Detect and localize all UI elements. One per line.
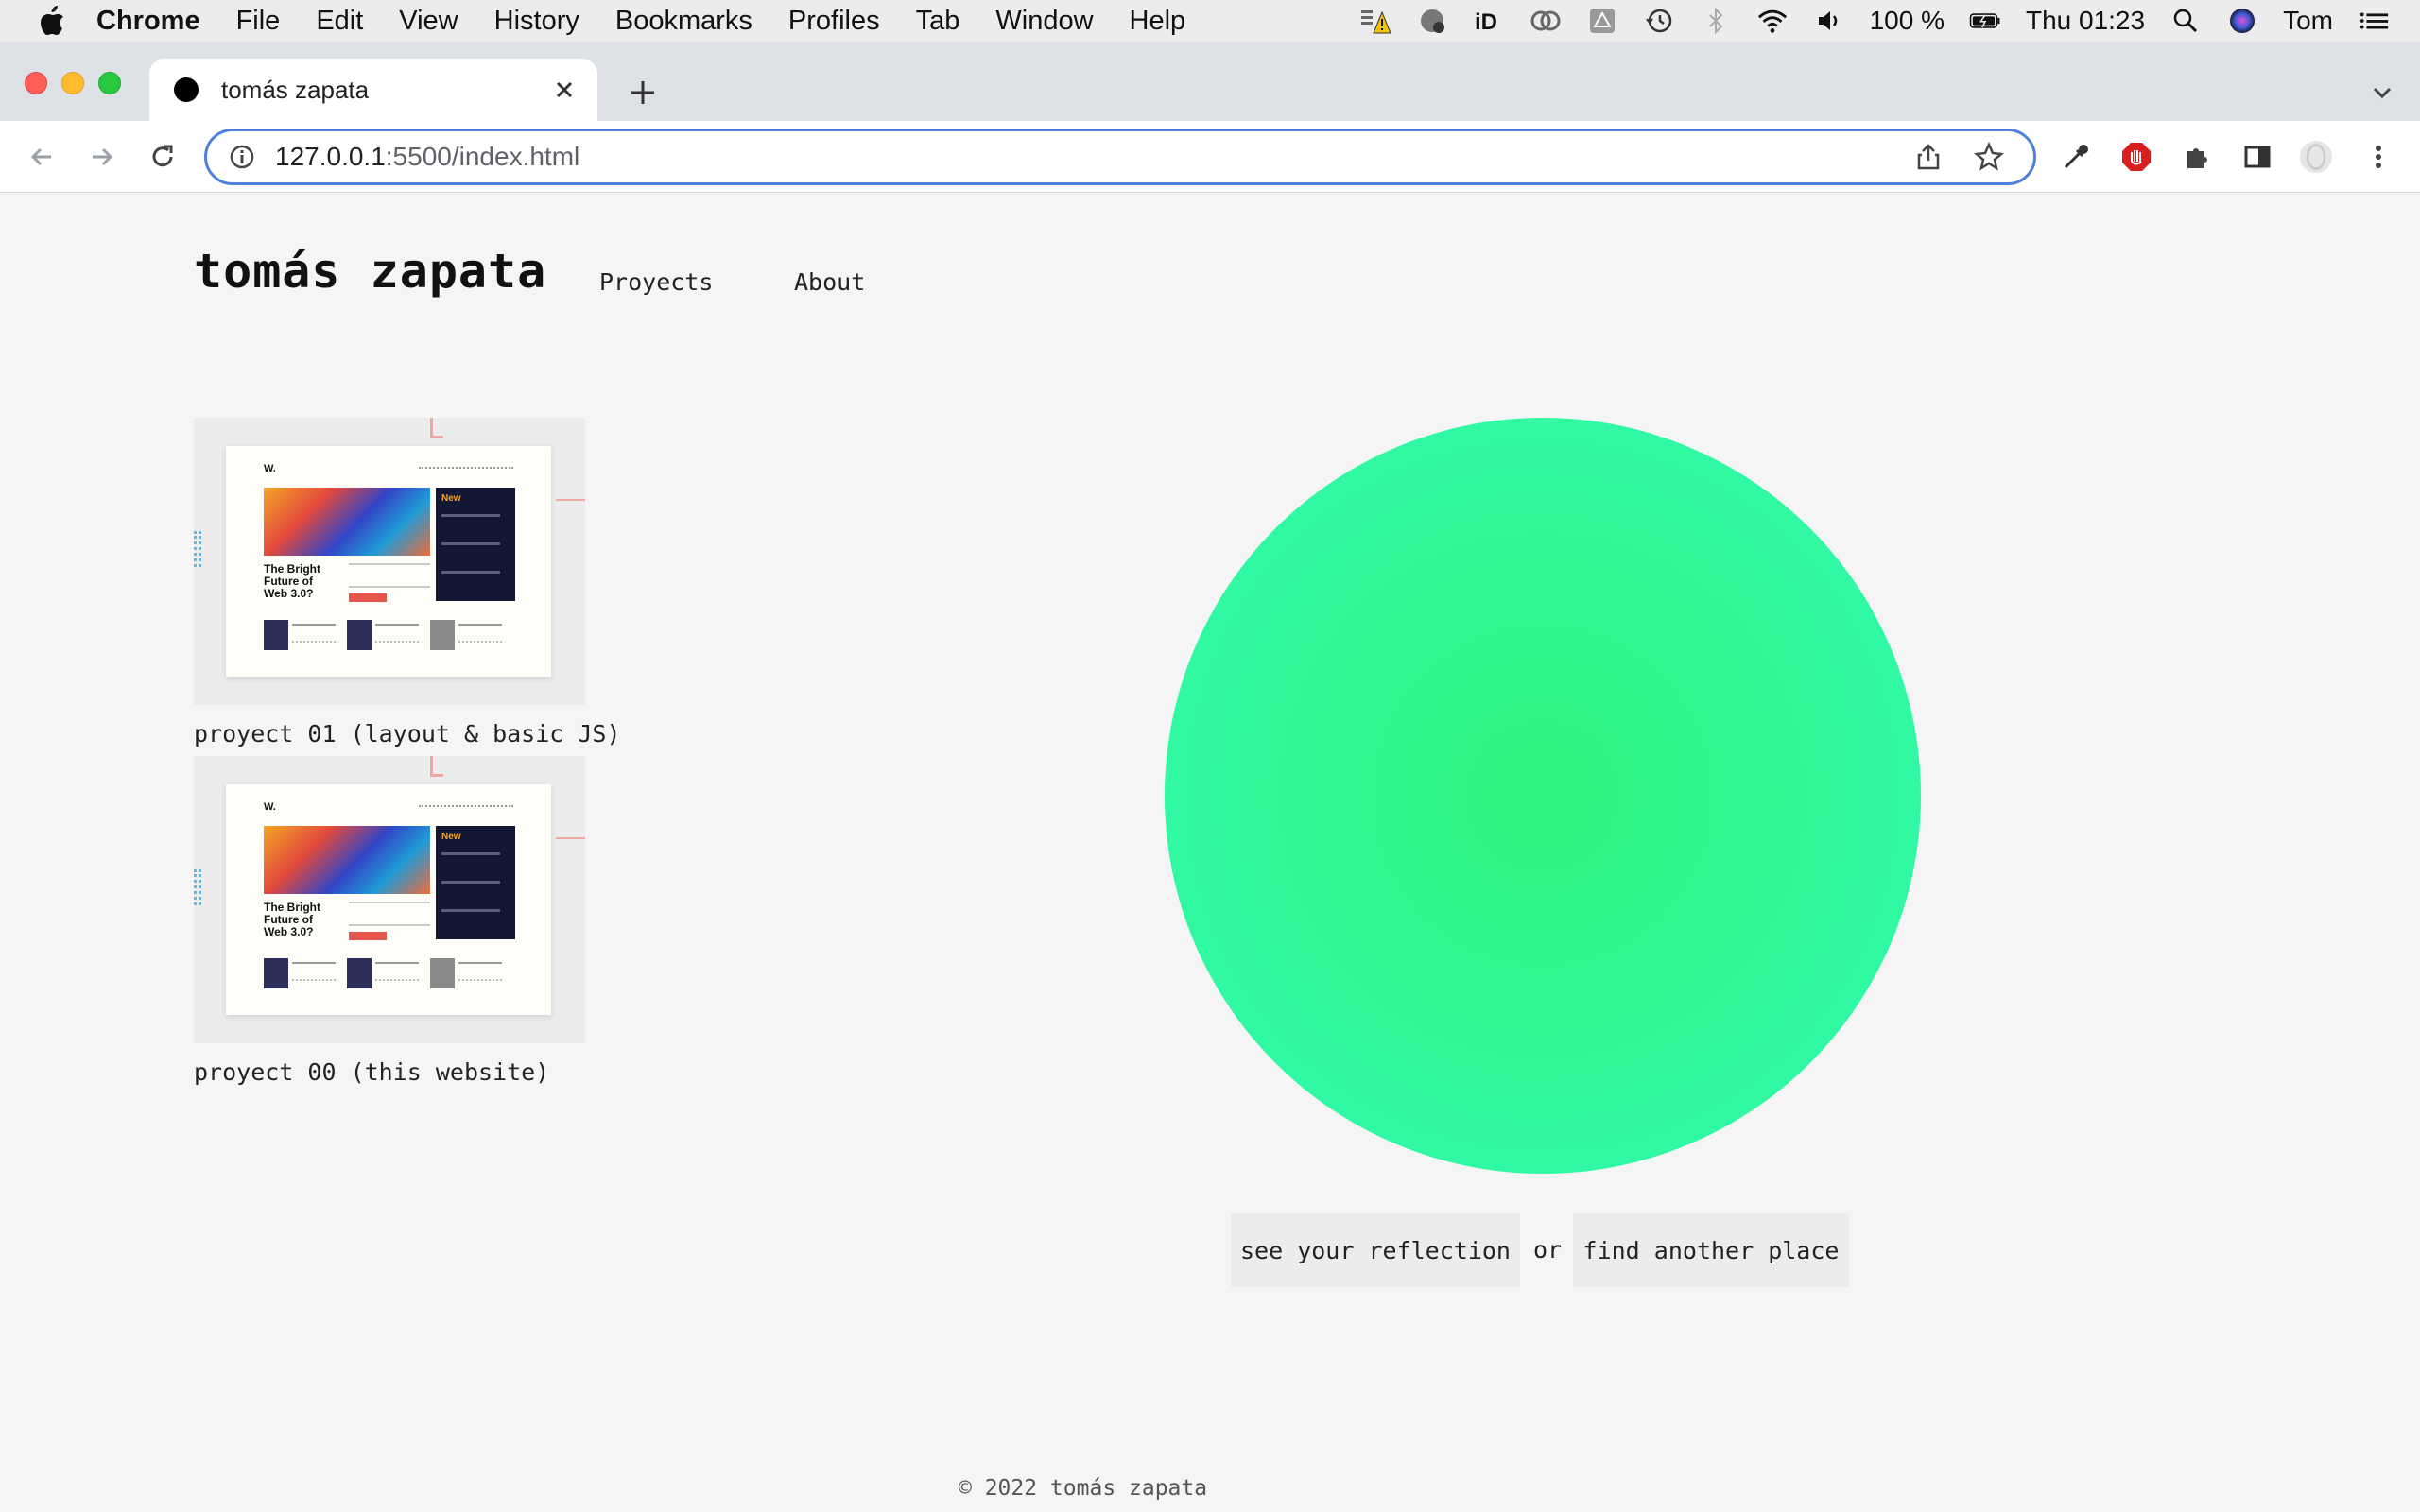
side-panel-icon[interactable] <box>2240 140 2274 174</box>
find-place-button[interactable]: find another place <box>1573 1213 1849 1287</box>
decorative-line <box>430 756 443 777</box>
close-window-button[interactable] <box>25 72 47 94</box>
minimize-window-button[interactable] <box>61 72 84 94</box>
menu-bookmarks[interactable]: Bookmarks <box>615 6 752 37</box>
drive-icon[interactable] <box>1586 7 1618 35</box>
decorative-zigzag <box>549 499 585 510</box>
menu-chrome[interactable]: Chrome <box>96 6 200 37</box>
clock[interactable]: Thu 01:23 <box>2026 6 2145 36</box>
site-info-icon[interactable] <box>228 143 256 171</box>
menu-tab[interactable]: Tab <box>916 6 960 37</box>
thumbnail-headline: The Bright Future of Web 3.0? <box>264 562 320 600</box>
share-icon[interactable] <box>1912 141 1945 173</box>
svg-text:iD: iD <box>1475 9 1497 35</box>
battery-percent: 100 % <box>1869 6 1945 35</box>
chevron-down-icon[interactable] <box>2369 79 2395 106</box>
thumbnail-hero-image <box>264 826 430 894</box>
eyedropper-icon[interactable] <box>2059 140 2093 174</box>
reflection-orb[interactable] <box>1165 418 1921 1174</box>
creative-cloud-icon[interactable] <box>1530 7 1562 35</box>
tab-active[interactable]: tomás zapata <box>149 59 597 121</box>
thumbnail-hero-image <box>264 488 430 556</box>
project-caption[interactable]: proyect 00 (this website) <box>194 1058 549 1086</box>
thumbnail-screenshot: W. New The Bright Future of Web 3.0? <box>226 446 551 677</box>
menu-window[interactable]: Window <box>995 6 1093 37</box>
url-path: :5500/index.html <box>385 142 580 171</box>
thumbnail-paragraph <box>349 563 430 588</box>
menu-edit[interactable]: Edit <box>316 6 363 37</box>
url-text[interactable]: 127.0.0.1:5500/index.html <box>275 142 1912 172</box>
thumbnail-button <box>349 593 387 602</box>
menu-file[interactable]: File <box>236 6 281 37</box>
menu-profiles[interactable]: Profiles <box>788 6 880 37</box>
url-host: 127.0.0.1 <box>275 142 386 171</box>
zoom-window-button[interactable] <box>98 72 121 94</box>
thumbnail-sidebar: New <box>436 826 515 939</box>
project-caption[interactable]: proyect 01 (layout & basic JS) <box>194 720 621 747</box>
menu-view[interactable]: View <box>399 6 458 37</box>
thumbnail-sidebar: New <box>436 488 515 601</box>
forward-arrow-icon[interactable] <box>85 140 119 174</box>
thumbnail-headline: The Bright Future of Web 3.0? <box>264 901 320 938</box>
thumbnail-logo: W. <box>264 463 276 474</box>
site-title[interactable]: tomás zapata <box>194 244 546 299</box>
favicon-icon <box>174 77 199 102</box>
time-machine-icon[interactable] <box>1643 7 1675 35</box>
bluetooth-icon[interactable] <box>1700 7 1732 35</box>
control-center-icon[interactable] <box>2358 7 2390 35</box>
status-area: iD 100 % Thu 01:23 Tom <box>1359 0 2390 42</box>
spotlight-search-icon[interactable] <box>2169 7 2202 35</box>
thumbnail-nav <box>419 467 513 470</box>
menu-history[interactable]: History <box>494 6 579 37</box>
nav-link-about[interactable]: About <box>794 268 865 296</box>
thumbnail-nav <box>419 805 513 808</box>
ad-blocker-icon[interactable] <box>2119 140 2153 174</box>
decorative-zigzag <box>549 837 585 849</box>
volume-icon[interactable] <box>1813 7 1845 35</box>
thumbnail-new-label: New <box>441 832 461 842</box>
see-reflection-button[interactable]: see your reflection <box>1231 1213 1520 1287</box>
thumbnail-paragraph <box>349 902 430 926</box>
or-label: or <box>1533 1236 1563 1263</box>
thumbnail-screenshot: W. New The Bright Future of Web 3.0? <box>226 784 551 1015</box>
thumbnail-new-label: New <box>441 493 461 504</box>
bookmark-star-icon[interactable] <box>1973 141 2005 173</box>
reload-icon[interactable] <box>146 140 180 174</box>
browser-toolbar: 127.0.0.1:5500/index.html <box>0 121 2420 193</box>
more-menu-icon[interactable] <box>2361 140 2395 174</box>
user-name[interactable]: Tom <box>2283 6 2333 36</box>
project-thumbnail[interactable]: W. New The Bright Future of Web 3.0? <box>194 418 585 705</box>
thumbnail-button <box>349 932 387 940</box>
footer-copyright: © 2022 tomás zapata <box>959 1476 1208 1501</box>
macos-menu-bar: Chrome File Edit View History Bookmarks … <box>0 0 2420 42</box>
profile-avatar-icon[interactable] <box>2299 140 2333 174</box>
new-tab-icon[interactable] <box>626 76 660 110</box>
id-icon[interactable]: iD <box>1473 7 1505 35</box>
tab-strip: tomás zapata <box>0 42 2420 121</box>
tab-close-icon[interactable] <box>550 76 579 104</box>
decorative-line <box>430 418 443 438</box>
menu-help[interactable]: Help <box>1130 6 1186 37</box>
hand-icon[interactable] <box>1416 7 1448 35</box>
warning-icon[interactable] <box>1359 7 1392 35</box>
wifi-icon[interactable] <box>1756 7 1789 35</box>
battery-icon[interactable] <box>1969 7 2001 35</box>
back-arrow-icon[interactable] <box>25 140 59 174</box>
project-thumbnail[interactable]: W. New The Bright Future of Web 3.0? <box>194 756 585 1043</box>
nav-link-proyects[interactable]: Proyects <box>599 268 713 296</box>
siri-icon[interactable] <box>2226 7 2258 35</box>
apple-logo-icon[interactable] <box>38 5 66 37</box>
decorative-dots <box>194 531 201 567</box>
decorative-dots <box>194 869 201 905</box>
address-bar[interactable]: 127.0.0.1:5500/index.html <box>204 129 2036 185</box>
thumbnail-logo: W. <box>264 801 276 813</box>
tab-title: tomás zapata <box>221 75 370 104</box>
extensions-puzzle-icon[interactable] <box>2180 140 2214 174</box>
